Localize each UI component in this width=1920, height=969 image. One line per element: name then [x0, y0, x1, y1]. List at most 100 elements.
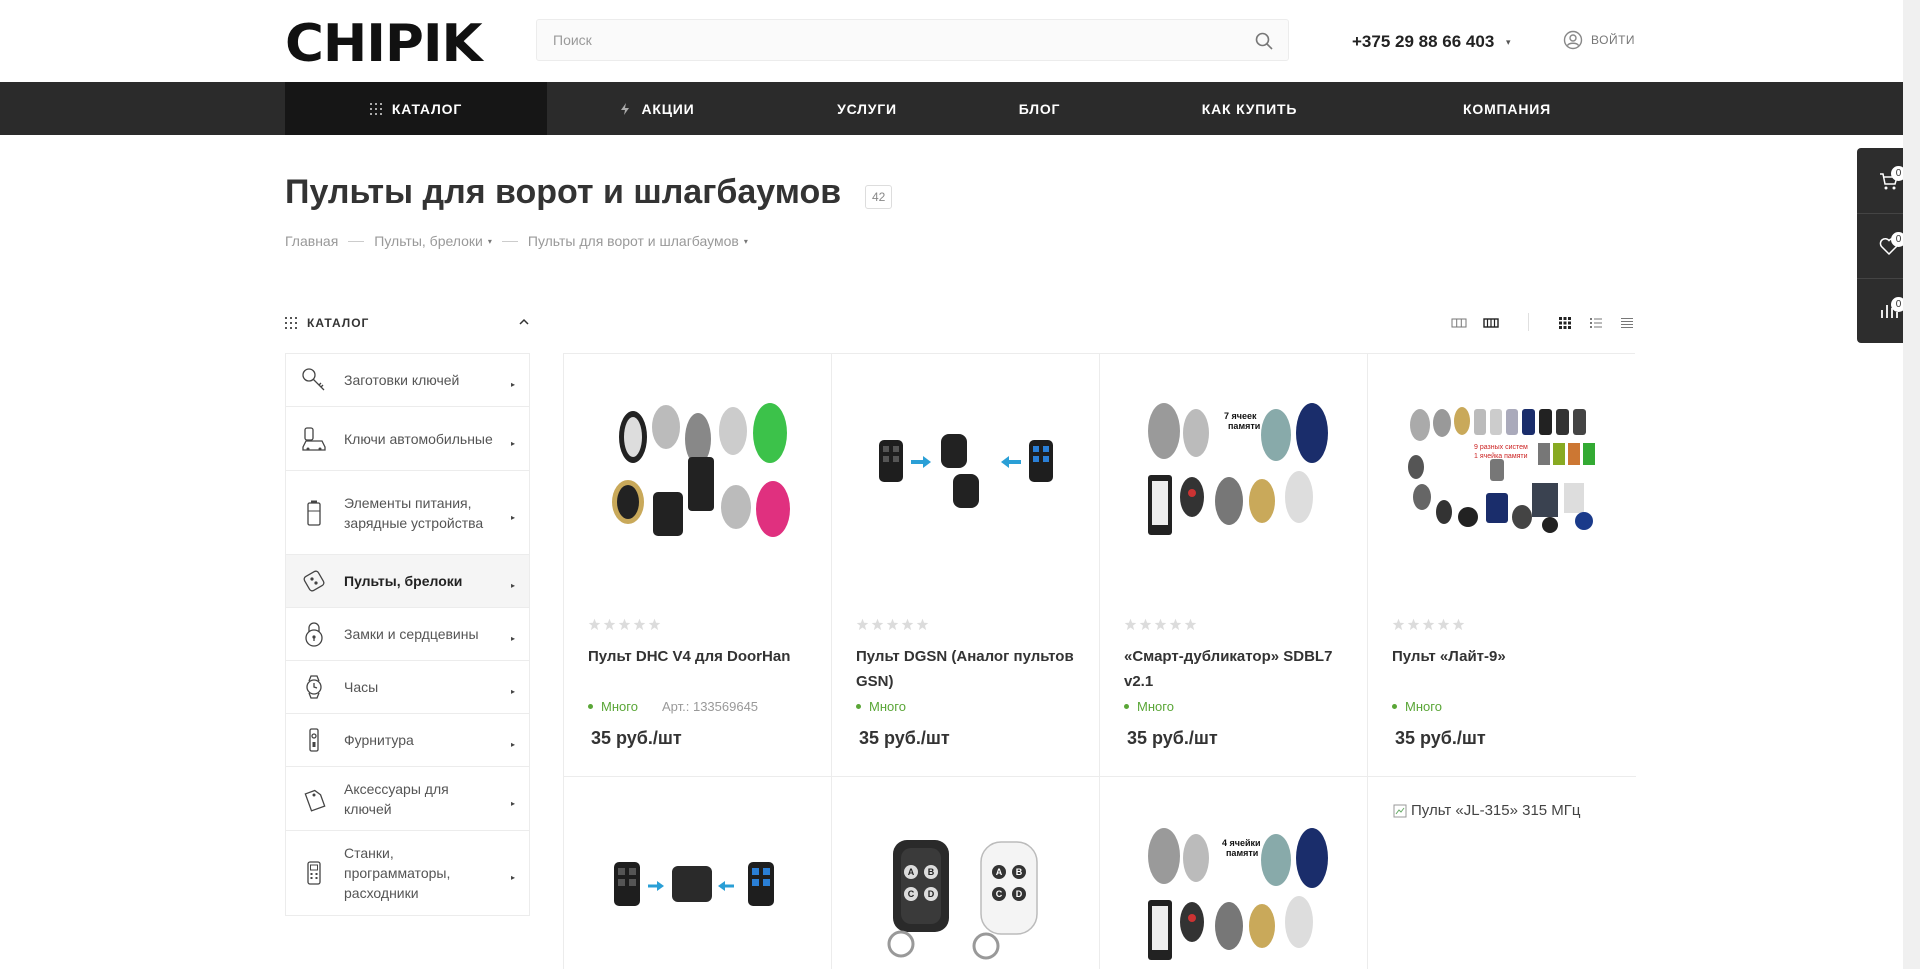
sidebar-item-hardware[interactable]: Фурнитура ▸ [286, 714, 529, 767]
product-image[interactable]: 4 ячейки памяти [1120, 817, 1348, 969]
product-image[interactable] [584, 837, 812, 957]
product-title[interactable]: Пульт DHC V4 для DoorHan [588, 644, 813, 669]
door-handle-icon [309, 728, 319, 752]
button-a-label: A [908, 867, 915, 877]
chevron-up-icon[interactable] [518, 316, 530, 328]
nav-how-to-buy[interactable]: КАК КУПИТЬ [1112, 82, 1387, 135]
product-card[interactable]: 4 ячейки памяти [1100, 777, 1368, 969]
toolbar-divider [1528, 313, 1529, 331]
sidebar-item-watches[interactable]: Часы ▸ [286, 661, 529, 714]
product-image[interactable]: A B C D A B C D [852, 827, 1080, 967]
smart-duplicator-image: 4 ячейки памяти [1148, 828, 1328, 960]
chevron-right-icon: ▸ [510, 581, 515, 590]
page-scrollbar[interactable] [1903, 0, 1920, 969]
stock-status: Много [1392, 699, 1442, 714]
search-input[interactable] [537, 20, 1237, 60]
product-card[interactable]: Пульт DHC V4 для DoorHan Много Арт.: 133… [564, 354, 832, 777]
star-icon [886, 618, 899, 631]
product-card[interactable]: Пульт DGSN (Аналог пультов GSN) Много 35… [832, 354, 1100, 777]
product-title[interactable]: Пульт DGSN (Аналог пультов GSN) [856, 644, 1081, 694]
nav-company[interactable]: КОМПАНИЯ [1387, 82, 1627, 135]
star-icon [1392, 618, 1405, 631]
product-price: 35 руб./шт [1395, 728, 1486, 748]
nav-services-label: УСЛУГИ [837, 100, 897, 117]
remotes-collage-image [612, 402, 790, 537]
product-price: 35 руб./шт [591, 728, 682, 748]
button-d-label: D [928, 889, 935, 899]
nav-services[interactable]: УСЛУГИ [767, 82, 967, 135]
product-image[interactable] [584, 374, 812, 569]
table-view-icon[interactable] [1619, 315, 1635, 331]
sidebar-item-programmers[interactable]: Станки, программаторы, расходники ▸ [286, 831, 529, 915]
stock-dot [1392, 704, 1397, 709]
star-icon [1169, 618, 1182, 631]
product-title[interactable]: «Смарт-дубликатор» SDBL7 v2.1 [1124, 644, 1349, 694]
product-image[interactable]: 7 ячеек памяти [1120, 374, 1348, 569]
star-icon [648, 618, 661, 631]
remote-icon [303, 570, 325, 592]
list-view-icon[interactable] [1588, 315, 1604, 331]
sidebar-item-car-keys[interactable]: Ключи автомобильные ▸ [286, 407, 529, 471]
login-button[interactable]: ВОЙТИ [1563, 30, 1635, 50]
stock-dot [1124, 704, 1129, 709]
product-card[interactable] [564, 777, 832, 969]
search-icon[interactable] [1254, 31, 1274, 51]
sidebar-catalog-toggle[interactable]: КАТАЛОГ [285, 313, 530, 333]
rating-stars [588, 618, 661, 631]
nav-blog[interactable]: БЛОГ [967, 82, 1112, 135]
columns-4-icon[interactable] [1483, 315, 1499, 331]
chevron-right-icon: ▸ [510, 512, 515, 522]
sidebar-item-label: Элементы питания, зарядные устройства [344, 494, 484, 531]
product-title[interactable]: Пульт «Лайт-9» [1392, 644, 1617, 669]
sidebar-item-remotes[interactable]: Пульты, брелоки ▸ [286, 555, 529, 608]
memory-cells-label: 4 ячейки [1222, 838, 1261, 848]
breadcrumb-current[interactable]: Пульты для ворот и шлагбаумов [528, 233, 739, 249]
star-icon [1422, 618, 1435, 631]
sidebar-item-locks[interactable]: Замки и сердцевины ▸ [286, 608, 529, 661]
product-image[interactable] [852, 374, 1080, 569]
site-logo[interactable]: CHIPIK [285, 18, 483, 70]
breadcrumb-caret-icon[interactable]: ▾ [744, 237, 748, 246]
key-blank-icon [302, 368, 325, 391]
memory-cells-label-2: памяти [1228, 421, 1260, 431]
product-card[interactable]: Пульт «JL-315» 315 МГц [1368, 777, 1636, 969]
breadcrumb-caret-icon[interactable]: ▾ [488, 237, 492, 246]
star-icon [618, 618, 631, 631]
stock-dot [856, 704, 861, 709]
chevron-right-icon: ▸ [510, 380, 515, 389]
padlock-icon [305, 622, 323, 647]
chevron-right-icon: ▸ [510, 634, 515, 643]
chevron-right-icon: ▸ [510, 687, 515, 696]
product-card[interactable]: A B C D A B C D [832, 777, 1100, 969]
star-icon [603, 618, 616, 631]
phone-caret-icon[interactable]: ▾ [1506, 37, 1511, 48]
stock-dot [588, 704, 593, 709]
broken-product-image[interactable]: Пульт «JL-315» 315 МГц [1393, 802, 1581, 819]
light-9-image: 9 разных систем 1 ячейка памяти [1408, 406, 1595, 533]
nav-catalog[interactable]: КАТАЛОГ [285, 82, 547, 135]
stock-label: Много [1137, 699, 1174, 714]
button-d-label: D [1016, 889, 1023, 899]
systems-label-2: 1 ячейка памяти [1474, 452, 1528, 460]
product-image[interactable]: 9 разных систем 1 ячейка памяти [1388, 374, 1616, 569]
nav-promotions[interactable]: АКЦИИ [547, 82, 767, 135]
broken-image-alt: Пульт «JL-315» 315 МГц [1411, 802, 1581, 819]
grid-icon [369, 102, 382, 115]
sidebar-item-batteries[interactable]: Элементы питания, зарядные устройства ▸ [286, 471, 529, 555]
chevron-right-icon: ▸ [510, 740, 515, 749]
breadcrumb-remotes[interactable]: Пульты, брелоки [374, 233, 483, 249]
breadcrumb-home[interactable]: Главная [285, 233, 338, 249]
key-tag-icon [304, 789, 326, 812]
sidebar-item-key-accessories[interactable]: Аксессуары для ключей ▸ [286, 767, 529, 831]
columns-3-icon[interactable] [1451, 315, 1467, 331]
product-card[interactable]: 9 разных систем 1 ячейка памяти Пульт «Л… [1368, 354, 1636, 777]
tile-view-icon[interactable] [1557, 315, 1573, 331]
memory-cells-label: 7 ячеек [1224, 411, 1257, 421]
phone-number[interactable]: +375 29 88 66 403 [1352, 32, 1494, 52]
search-box[interactable] [536, 19, 1289, 61]
sidebar-item-label: Станки, программаторы, расходники [344, 845, 451, 901]
star-icon [1407, 618, 1420, 631]
sidebar-item-key-blanks[interactable]: Заготовки ключей ▸ [286, 354, 529, 407]
product-card[interactable]: 7 ячеек памяти «Смарт-дубликатор» SDBL7 … [1100, 354, 1368, 777]
memory-cells-label-2: памяти [1226, 848, 1258, 858]
